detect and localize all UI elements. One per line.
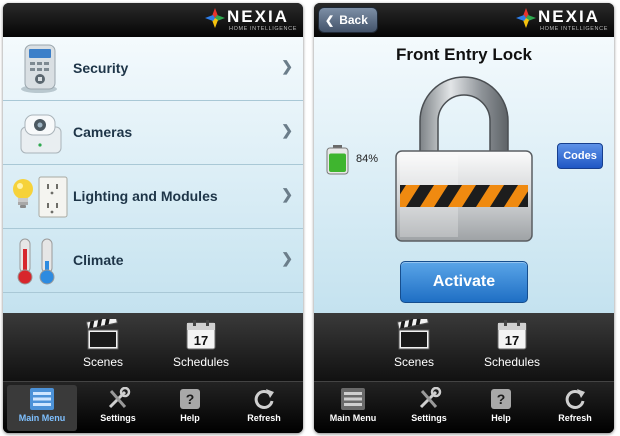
tab-help[interactable]: ? Help [155,385,225,431]
menu-item-label: Lighting and Modules [73,188,218,204]
activate-button[interactable]: Activate [400,261,528,303]
shortcuts-bar: Scenes 17 Schedules [314,313,614,381]
camera-icon [11,107,71,159]
tab-label: Refresh [247,413,281,423]
tab-help[interactable]: ? Help [466,385,536,431]
schedules-label: Schedules [483,355,541,369]
battery-percentage: 84% [356,153,379,165]
header-bar: NEXIA HOME INTELLIGENCE [3,3,303,37]
nexia-logo: NEXIA HOME INTELLIGENCE [205,6,297,34]
header-bar: ❮ Back NEXIA HOME INTELLIGENCE [314,3,614,37]
help-icon: ? [491,389,511,409]
brand-tagline: HOME INTELLIGENCE [540,26,608,32]
tab-label: Refresh [558,413,592,423]
tab-bar: Main Menu Settings ? Help Refresh [3,381,303,433]
tab-settings[interactable]: Settings [394,385,464,431]
shortcuts-bar: Scenes 17 Schedules [3,313,303,381]
tab-refresh[interactable]: Refresh [229,385,299,431]
padlock-icon [395,76,533,242]
clapperboard-icon [86,319,119,350]
help-icon: ? [180,389,200,409]
settings-icon [108,387,131,409]
scenes-label: Scenes [393,355,435,369]
chevron-right-icon: ❯ [281,58,293,74]
menu-item-climate[interactable]: Climate ❯ [3,229,303,293]
codes-button[interactable]: Codes [557,143,603,169]
settings-icon [419,387,442,409]
schedules-button[interactable]: 17 Schedules [472,319,552,377]
scenes-label: Scenes [82,355,124,369]
chevron-right-icon: ❯ [281,186,293,202]
menu-item-label: Security [73,60,129,76]
nexia-logo-icon [516,8,536,28]
keypad-icon [11,43,71,95]
menu-item-label: Cameras [73,124,133,140]
lightbulb-outlet-icon [11,171,71,223]
tab-refresh[interactable]: Refresh [540,385,610,431]
page-title: Front Entry Lock [395,45,532,64]
tab-label: Main Menu [18,413,66,423]
help-glyph: ? [186,391,195,407]
back-label: Back [339,13,368,27]
lock-detail-screen: ❮ Back NEXIA HOME INTELLIGENCE Front Ent… [314,3,614,433]
nexia-logo: NEXIA HOME INTELLIGENCE [516,6,608,34]
chevron-left-icon: ❮ [325,14,335,27]
tab-label: Main Menu [329,413,377,423]
tab-label: Help [180,413,200,423]
battery-level-fill [329,153,346,172]
calendar-day: 17 [505,333,519,348]
brand-name: NEXIA [538,7,600,26]
main-menu-icon [30,388,54,410]
calendar-icon: 17 [497,320,527,350]
menu-item-label: Climate [73,252,124,268]
schedules-button[interactable]: 17 Schedules [161,319,241,377]
main-menu-icon [341,388,365,410]
tab-label: Settings [411,413,447,423]
main-menu-list: Security ❯ Cameras ❯ Lighting and Module… [3,37,303,313]
brand-name: NEXIA [227,7,289,26]
menu-item-lighting-and-modules[interactable]: Lighting and Modules ❯ [3,165,303,229]
calendar-day: 17 [194,333,208,348]
menu-item-cameras[interactable]: Cameras ❯ [3,101,303,165]
nexia-logo-icon [205,8,225,28]
scenes-button[interactable]: Scenes [63,319,143,377]
chevron-right-icon: ❯ [281,250,293,266]
tab-settings[interactable]: Settings [83,385,153,431]
tab-label: Settings [100,413,136,423]
tab-main-menu[interactable]: Main Menu [318,385,388,431]
help-glyph: ? [497,391,506,407]
lock-detail-panel: Front Entry Lock 84% Codes Activate [314,37,614,313]
tab-main-menu[interactable]: Main Menu [7,385,77,431]
battery-icon [326,145,349,175]
refresh-icon [254,389,274,409]
schedules-label: Schedules [172,355,230,369]
main-menu-screen: NEXIA HOME INTELLIGENCE Security ❯ Camer… [3,3,303,433]
tab-bar: Main Menu Settings ? Help Refresh [314,381,614,433]
calendar-icon: 17 [186,320,216,350]
refresh-icon [565,389,585,409]
brand-tagline: HOME INTELLIGENCE [229,26,297,32]
scenes-button[interactable]: Scenes [374,319,454,377]
tab-label: Help [491,413,511,423]
menu-item-security[interactable]: Security ❯ [3,37,303,101]
thermometer-icon [11,235,71,287]
clapperboard-icon [397,319,430,350]
back-button[interactable]: ❮ Back [318,7,378,33]
chevron-right-icon: ❯ [281,122,293,138]
